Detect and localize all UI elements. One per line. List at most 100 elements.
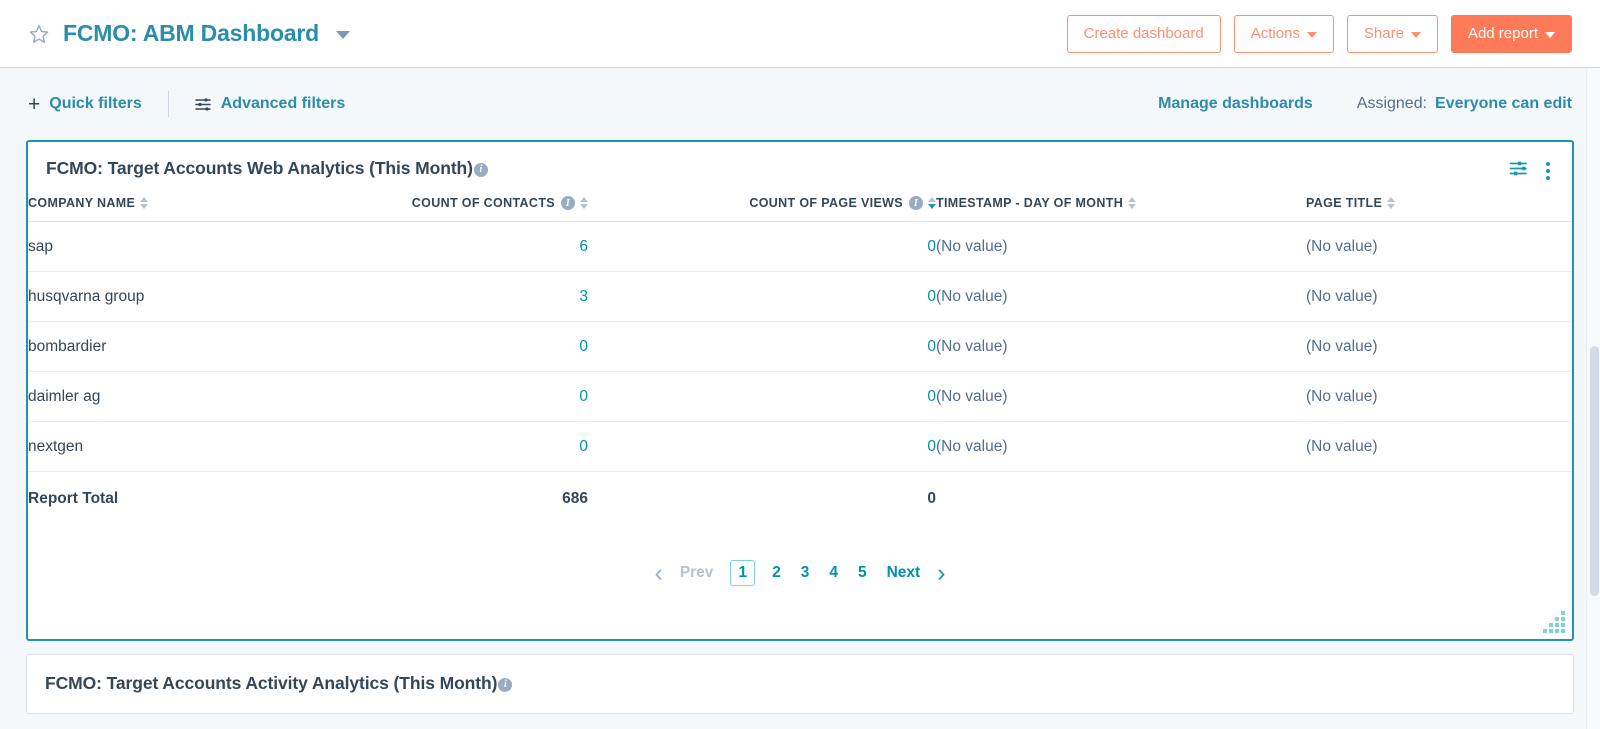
- chevron-down-icon[interactable]: [336, 31, 351, 39]
- cell-company-name: sap: [28, 221, 373, 272]
- cell-timestamp: (No value): [936, 421, 1306, 472]
- report-card-header: FCMO: Target Accounts Web Analytics (Thi…: [28, 142, 1572, 182]
- pageviews-value-link[interactable]: 0: [927, 388, 936, 405]
- column-header-count-of-contacts[interactable]: COUNT OF CONTACTS i: [373, 182, 588, 222]
- cell-count-of-contacts: 0: [373, 421, 588, 472]
- chevron-down-icon: [1410, 31, 1421, 38]
- report-card-web-analytics[interactable]: FCMO: Target Accounts Web Analytics (Thi…: [26, 140, 1574, 641]
- report-card-activity-analytics[interactable]: FCMO: Target Accounts Activity Analytics…: [26, 654, 1574, 714]
- share-button[interactable]: Share: [1346, 14, 1438, 53]
- pagination-page-4[interactable]: 4: [826, 562, 841, 584]
- dashboard-page: FCMO: ABM Dashboard Create dashboard Act…: [0, 0, 1600, 729]
- plus-icon: +: [28, 92, 41, 116]
- cell-timestamp: (No value): [936, 321, 1306, 372]
- contacts-value-link[interactable]: 0: [579, 438, 588, 455]
- column-label: COMPANY NAME: [28, 196, 136, 210]
- advanced-filters-button[interactable]: Advanced filters: [195, 95, 345, 113]
- quick-filters-button[interactable]: + Quick filters: [28, 94, 142, 115]
- pageviews-value-link[interactable]: 0: [927, 438, 936, 455]
- sort-toggle-icon[interactable]: [1128, 197, 1137, 209]
- dot: [1546, 169, 1550, 173]
- pageviews-value-link[interactable]: 0: [927, 238, 936, 255]
- table-row[interactable]: sap 6 0 (No value) (No value): [28, 221, 1572, 272]
- header-actions: Create dashboard Actions Share Add repor…: [1066, 14, 1572, 53]
- cell-timestamp: (No value): [936, 371, 1306, 422]
- share-label: Share: [1363, 25, 1404, 42]
- cell-page-title: (No value): [1306, 371, 1572, 422]
- total-timestamp: [936, 472, 1306, 527]
- total-page-title: [1306, 472, 1572, 527]
- info-circle-icon[interactable]: i: [498, 677, 513, 692]
- cell-count-of-contacts: 0: [373, 321, 588, 372]
- divider: [167, 91, 169, 117]
- column-header-timestamp-day-of-month[interactable]: TIMESTAMP - DAY OF MONTH: [936, 182, 1306, 222]
- manage-dashboards-link[interactable]: Manage dashboards: [1158, 95, 1313, 113]
- info-circle-icon[interactable]: i: [909, 196, 923, 210]
- sort-toggle-icon[interactable]: [1387, 197, 1396, 209]
- cell-count-of-contacts: 3: [373, 271, 588, 322]
- sort-toggle-icon[interactable]: [140, 197, 149, 209]
- report-title-group: FCMO: Target Accounts Web Analytics (Thi…: [46, 158, 488, 179]
- column-header-page-title[interactable]: PAGE TITLE: [1306, 182, 1572, 222]
- quick-filters-label: Quick filters: [49, 95, 142, 112]
- cell-count-of-contacts: 0: [373, 371, 588, 422]
- total-count-of-contacts: 686: [562, 490, 588, 507]
- table-header-row: COMPANY NAME COUNT OF CONTACTS i: [28, 182, 1572, 222]
- contacts-value-link[interactable]: 6: [579, 238, 588, 255]
- table-body: sap 6 0 (No value) (No value) husqvarna …: [28, 221, 1572, 527]
- actions-label: Actions: [1250, 25, 1300, 42]
- table-row[interactable]: husqvarna group 3 0 (No value) (No value…: [28, 271, 1572, 322]
- report-table: COMPANY NAME COUNT OF CONTACTS i: [28, 182, 1572, 526]
- cell-company-name: bombardier: [28, 321, 373, 372]
- no-value-text: (No value): [1306, 338, 1378, 355]
- filter-bar-right: Manage dashboards Assigned: Everyone can…: [1158, 95, 1572, 113]
- pagination-page-1[interactable]: 1: [730, 560, 756, 586]
- report-total-row: Report Total 686 0: [28, 472, 1572, 527]
- column-header-count-of-page-views[interactable]: COUNT OF PAGE VIEWS i: [588, 182, 936, 222]
- star-outline-icon[interactable]: [28, 23, 50, 45]
- sort-toggle-icon[interactable]: [580, 197, 588, 209]
- tune-sliders-icon[interactable]: [1509, 160, 1528, 182]
- filter-bar-left: + Quick filters Advanced filters: [28, 91, 345, 117]
- assigned-group: Assigned: Everyone can edit: [1357, 95, 1572, 113]
- vertical-scrollbar-track[interactable]: [1586, 68, 1600, 729]
- sort-toggle-icon-active-desc[interactable]: [928, 197, 936, 209]
- cell-company-name: daimler ag: [28, 371, 373, 422]
- table-row[interactable]: daimler ag 0 0 (No value) (No value): [28, 371, 1572, 422]
- cell-company-name: nextgen: [28, 421, 373, 472]
- chevron-down-icon: [1545, 31, 1555, 38]
- no-value-text: (No value): [936, 338, 1008, 355]
- info-circle-icon[interactable]: i: [473, 162, 488, 177]
- resize-grip-icon[interactable]: [1543, 611, 1565, 633]
- contacts-value-link[interactable]: 3: [579, 288, 588, 305]
- cell-page-title: (No value): [1306, 271, 1572, 322]
- no-value-text: (No value): [936, 288, 1008, 305]
- pagination-page-2[interactable]: 2: [769, 562, 784, 584]
- actions-button[interactable]: Actions: [1233, 14, 1334, 53]
- table-row[interactable]: bombardier 0 0 (No value) (No value): [28, 321, 1572, 372]
- report-title: FCMO: Target Accounts Web Analytics (Thi…: [46, 158, 473, 178]
- no-value-text: (No value): [1306, 388, 1378, 405]
- chevron-right-icon[interactable]: ›: [937, 560, 945, 586]
- create-dashboard-button[interactable]: Create dashboard: [1066, 14, 1221, 53]
- column-label: COUNT OF CONTACTS: [411, 196, 555, 210]
- pageviews-value-link[interactable]: 0: [927, 338, 936, 355]
- chevron-left-icon[interactable]: ‹: [654, 560, 662, 586]
- assigned-value-link[interactable]: Everyone can edit: [1435, 95, 1572, 113]
- kebab-menu-icon[interactable]: [1544, 160, 1552, 182]
- total-count-of-page-views: 0: [927, 490, 936, 507]
- pagination-next[interactable]: Next: [884, 562, 924, 584]
- top-header-bar: FCMO: ABM Dashboard Create dashboard Act…: [0, 0, 1600, 68]
- pagination-page-5[interactable]: 5: [855, 562, 870, 584]
- add-report-button[interactable]: Add report: [1450, 14, 1572, 53]
- pageviews-value-link[interactable]: 0: [927, 288, 936, 305]
- table-row[interactable]: nextgen 0 0 (No value) (No value): [28, 421, 1572, 472]
- contacts-value-link[interactable]: 0: [579, 388, 588, 405]
- pagination-page-3[interactable]: 3: [798, 562, 813, 584]
- assigned-label: Assigned:: [1356, 95, 1428, 112]
- column-header-company-name[interactable]: COMPANY NAME: [28, 182, 373, 222]
- create-dashboard-label: Create dashboard: [1083, 25, 1204, 42]
- info-circle-icon[interactable]: i: [561, 196, 575, 210]
- contacts-value-link[interactable]: 0: [579, 338, 588, 355]
- vertical-scrollbar-thumb[interactable]: [1590, 346, 1599, 596]
